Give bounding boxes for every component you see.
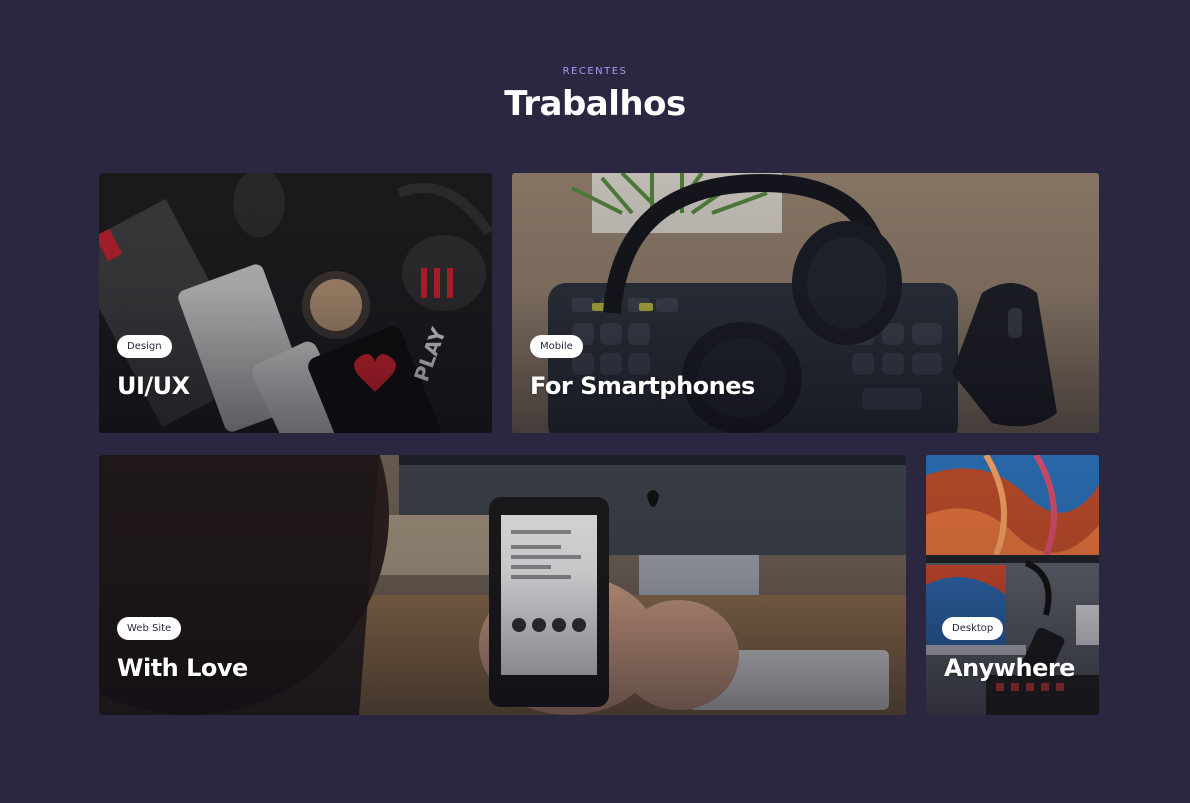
work-card-with-love[interactable]: Web Site With Love — [99, 455, 906, 715]
eyebrow-label: RECENTES — [562, 66, 628, 77]
work-card-anywhere[interactable]: Desktop Anywhere — [926, 455, 1099, 715]
category-tag: Mobile — [530, 335, 583, 358]
category-tag: Web Site — [117, 617, 182, 640]
card-title: Anywhere — [944, 654, 1075, 682]
card-title: For Smartphones — [530, 372, 755, 400]
work-card-ui-ux[interactable]: PLAY Design UI/UX — [99, 173, 492, 433]
card-title: UI/UX — [117, 372, 190, 400]
card-title: With Love — [117, 654, 248, 682]
section-title: Trabalhos — [504, 84, 686, 124]
category-tag: Design — [117, 335, 172, 358]
category-tag: Desktop — [942, 617, 1004, 640]
work-card-for-smartphones[interactable]: Mobile For Smartphones — [512, 173, 1099, 433]
